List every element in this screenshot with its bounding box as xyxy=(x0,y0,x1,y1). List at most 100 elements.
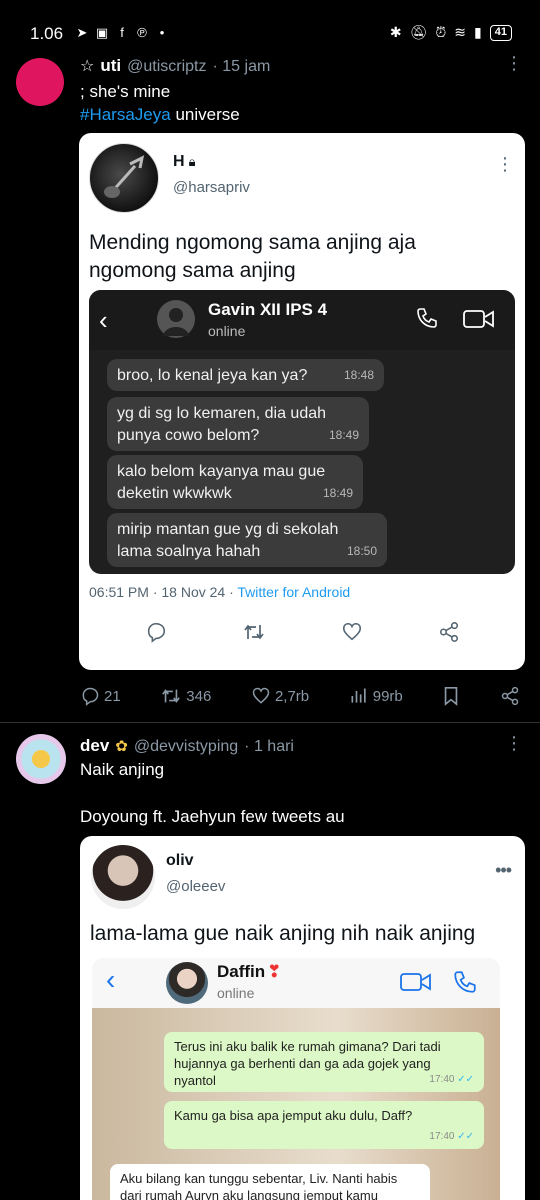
tweet-action-row: 21 346 2,7rb 99rb xyxy=(80,686,520,706)
avatar[interactable] xyxy=(16,734,66,784)
views-icon xyxy=(351,688,366,703)
avatar[interactable] xyxy=(89,143,159,213)
heart-exclamation-icon: ❣ xyxy=(267,962,282,981)
reply-button[interactable]: 21 xyxy=(80,686,121,706)
share-icon xyxy=(501,686,519,706)
reply-icon xyxy=(82,687,99,706)
chat-bubble: Kamu ga bisa apa jemput aku dulu, Daff? … xyxy=(164,1101,484,1149)
source-link[interactable]: Twitter for Android xyxy=(237,584,350,600)
chat-header: ‹ Gavin XII IPS 4 online xyxy=(89,290,515,350)
retweet-button[interactable]: 346 xyxy=(160,686,211,706)
chat-bubble-time: 18:50 xyxy=(346,544,377,558)
chat-bubble: broo, lo kenal jeya kan ya? 18:48 xyxy=(107,359,384,391)
quoted-tweet-card[interactable]: H 🔒︎ @harsapriv ⋮ Mending ngomong sama a… xyxy=(79,133,525,670)
quote-handle[interactable]: @oleeev xyxy=(166,878,225,895)
retweet-count: 346 xyxy=(186,687,212,705)
chat-bubble: Aku bilang kan tunggu sebentar, Liv. Nan… xyxy=(110,1164,430,1200)
status-time: 1.06 xyxy=(30,24,64,43)
quote-display-name[interactable]: oliv xyxy=(166,852,194,870)
chat-bubble-text: broo, lo kenal jeya kan ya? xyxy=(117,367,308,384)
chat-bubble: Terus ini aku balik ke rumah gimana? Dar… xyxy=(164,1032,484,1092)
quote-handle[interactable]: @harsapriv xyxy=(173,179,250,196)
contact-avatar xyxy=(157,300,195,338)
tweet-text-line: ; she's mine xyxy=(80,82,171,101)
avatar[interactable] xyxy=(16,58,64,106)
avatar[interactable] xyxy=(91,845,155,909)
time-ago: · 1 hari xyxy=(244,738,294,755)
phone-icon xyxy=(452,969,478,1000)
hashtag-link[interactable]: #HarsaJeya xyxy=(80,105,171,124)
tweet-text-line: Naik anjing xyxy=(80,760,165,779)
back-arrow-icon: ‹ xyxy=(106,964,116,995)
retweet-icon xyxy=(162,689,181,703)
shopping-icon: ▣ xyxy=(95,25,109,40)
read-ticks-icon: ✓✓ xyxy=(457,1074,474,1085)
views-button[interactable]: 99rb xyxy=(349,686,403,706)
contact-name: Gavin XII IPS 4 xyxy=(208,300,328,319)
alarm-icon: ⏰︎ xyxy=(435,24,447,40)
retweet-icon[interactable] xyxy=(242,621,266,643)
chat-bubble-text: Aku bilang kan tunggu sebentar, Liv. Nan… xyxy=(120,1171,398,1200)
chat-bubble-text: mirip mantan gue yg di sekolah lama soal… xyxy=(117,521,339,560)
display-name[interactable]: dev xyxy=(80,736,109,756)
contact-avatar xyxy=(166,962,208,1004)
chat-screenshot: ‹ Gavin XII IPS 4 online broo, lo kenal … xyxy=(89,290,515,574)
time-text: 17:40 xyxy=(429,1074,455,1085)
chat-screenshot: ‹ Daffin ❣ online Terus ini aku balik ke… xyxy=(92,958,500,1200)
wifi-icon: ≋ xyxy=(454,24,467,40)
signal-icon: ▮ xyxy=(474,24,482,40)
battery-icon: 41 xyxy=(489,24,512,41)
chat-bubble-text: Terus ini aku balik ke rumah gimana? Dar… xyxy=(174,1039,441,1088)
handle[interactable]: @utiscriptz xyxy=(127,58,206,76)
reply-icon[interactable] xyxy=(145,621,167,643)
contact-status: online xyxy=(208,323,246,339)
handle[interactable]: @devvistyping xyxy=(134,738,238,756)
chat-bubble-time: 18:49 xyxy=(322,486,353,500)
chat-bubble: mirip mantan gue yg di sekolah lama soal… xyxy=(107,513,387,567)
sunflower-icon: ✿ xyxy=(115,738,128,755)
more-options-icon[interactable]: ⋮ xyxy=(504,54,524,72)
read-ticks-icon: ✓✓ xyxy=(457,1131,474,1142)
contact-name: Daffin xyxy=(217,962,266,981)
like-icon xyxy=(252,687,270,704)
dot-icon: • xyxy=(159,25,165,40)
chat-bubble-text: kalo belom kayanya mau gue deketin wkwkw… xyxy=(117,463,326,502)
quote-text: Mending ngomong sama anjing aja ngomong … xyxy=(89,231,416,282)
display-name[interactable]: uti xyxy=(100,56,121,76)
quote-display-name[interactable]: H xyxy=(173,153,185,171)
facebook-icon: f xyxy=(120,25,124,40)
mute-icon: 🔕︎ xyxy=(409,24,428,40)
quote-more-icon[interactable]: ••• xyxy=(495,860,512,881)
lock-icon: 🔒︎ xyxy=(188,154,196,169)
tweet-divider xyxy=(0,722,540,723)
chat-bubble-time: 17:40 ✓✓ xyxy=(429,1128,474,1145)
reply-count: 21 xyxy=(104,687,121,705)
quote-action-row xyxy=(79,621,525,643)
tweet-uti[interactable]: ☆ uti @utiscriptz · 15 jam ⋮ ; she's min… xyxy=(0,48,540,720)
time-text: 17:40 xyxy=(429,1131,455,1142)
chat-bubble-text: Kamu ga bisa apa jemput aku dulu, Daff? xyxy=(174,1108,413,1123)
share-button[interactable] xyxy=(500,686,520,706)
chat-bubble-time: 18:49 xyxy=(328,428,359,442)
quote-more-icon[interactable]: ⋮ xyxy=(495,155,515,173)
status-bar: 1.06 ➤ ▣ f ℗ • ✱ 🔕︎ ⏰︎ ≋ ▮ 41 xyxy=(0,0,540,48)
chat-bubble: yg di sg lo kemaren, dia udah punya cowo… xyxy=(107,397,369,451)
chat-bubble: kalo belom kayanya mau gue deketin wkwkw… xyxy=(107,455,363,509)
chat-bubble-text: yg di sg lo kemaren, dia udah punya cowo… xyxy=(117,405,327,444)
bookmark-button[interactable] xyxy=(442,686,460,706)
tweet-text-line: Doyoung ft. Jaehyun few tweets au xyxy=(80,807,345,826)
like-button[interactable]: 2,7rb xyxy=(251,686,309,706)
more-options-icon[interactable]: ⋮ xyxy=(504,734,524,752)
telegram-icon: ➤ xyxy=(76,25,88,40)
share-icon[interactable] xyxy=(438,621,460,643)
tweet-text-suffix: universe xyxy=(170,105,240,124)
pinterest-icon: ℗ xyxy=(137,25,147,40)
chat-header: ‹ Daffin ❣ online xyxy=(92,958,500,1008)
quote-timestamp: 06:51 PM · 18 Nov 24 · Twitter for Andro… xyxy=(89,584,350,600)
back-arrow-icon: ‹ xyxy=(99,305,108,335)
bluetooth-icon: ✱ xyxy=(389,24,402,40)
like-icon[interactable] xyxy=(341,621,363,643)
like-count: 2,7rb xyxy=(274,687,310,705)
star-icon: ☆ xyxy=(80,58,95,75)
contact-status: online xyxy=(217,985,255,1001)
